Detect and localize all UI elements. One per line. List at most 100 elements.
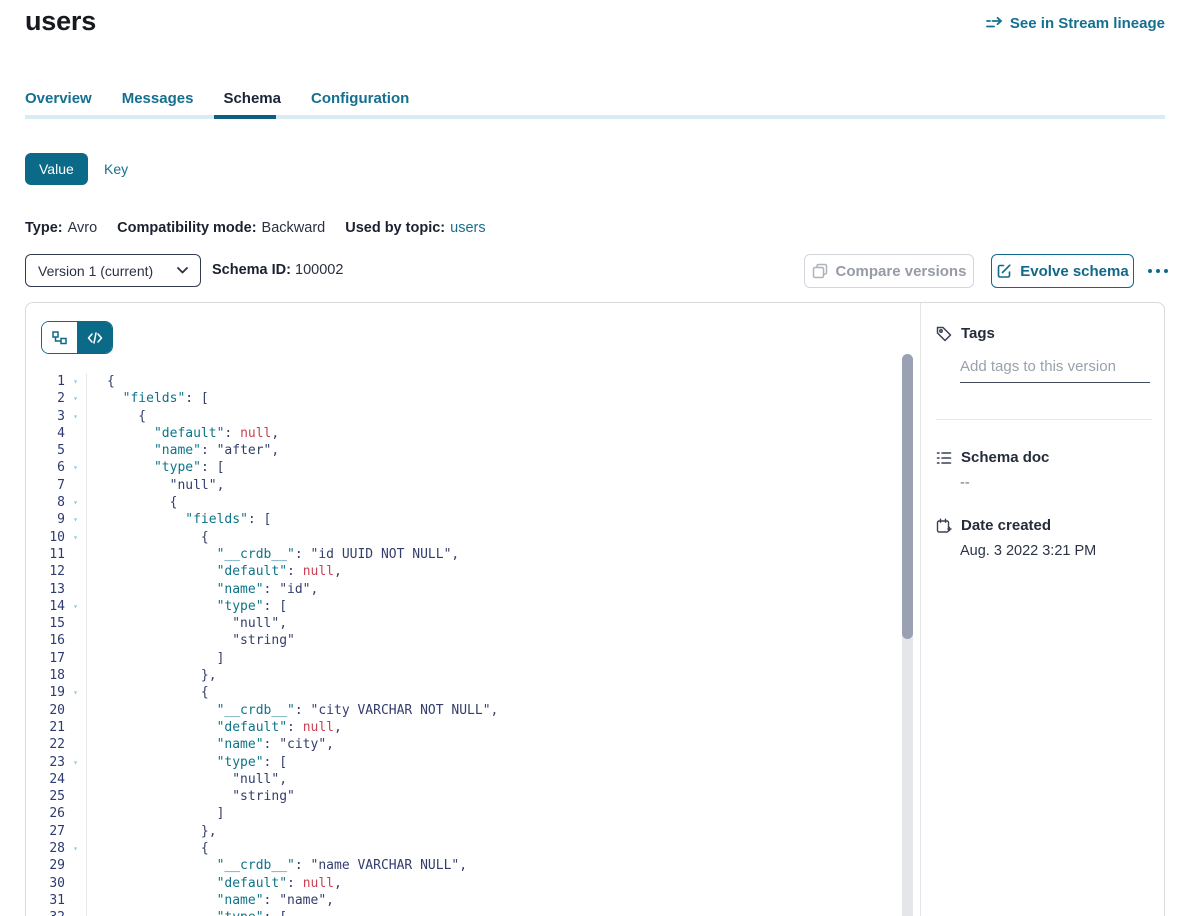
code-text: }, [86, 667, 217, 684]
tags-section: Tags [936, 325, 1152, 383]
tab-configuration[interactable]: Configuration [311, 90, 409, 107]
code-text: ] [86, 650, 224, 667]
fold-spacer [65, 667, 86, 684]
code-line: 15 "null", [26, 615, 498, 632]
tab-messages[interactable]: Messages [122, 90, 194, 107]
fold-toggle-icon[interactable]: ▾ [65, 754, 86, 771]
code-view-toggle[interactable] [77, 322, 112, 353]
meta-type-label: Type: [25, 220, 63, 236]
line-number: 14 [26, 598, 65, 615]
code-text: "__crdb__": "name VARCHAR NULL", [86, 857, 467, 874]
code-line: 9▾ "fields": [ [26, 511, 498, 528]
version-select[interactable]: Version 1 (current) [25, 254, 201, 287]
line-number: 30 [26, 875, 65, 892]
line-number: 20 [26, 702, 65, 719]
line-number: 18 [26, 667, 65, 684]
code-line: 26 ] [26, 805, 498, 822]
edit-icon [996, 263, 1012, 279]
fold-toggle-icon[interactable]: ▾ [65, 598, 86, 615]
code-line: 13 "name": "id", [26, 581, 498, 598]
code-line: 1▾{ [26, 373, 498, 390]
active-tab-indicator [214, 115, 276, 119]
fold-spacer [65, 736, 86, 753]
code-text: "default": null, [86, 425, 279, 442]
stream-lineage-icon [986, 16, 1003, 31]
code-text: "fields": [ [86, 511, 271, 528]
line-number: 11 [26, 546, 65, 563]
code-line: 5 "name": "after", [26, 442, 498, 459]
line-number: 13 [26, 581, 65, 598]
fold-spacer [65, 546, 86, 563]
meta-type-value: Avro [68, 220, 98, 236]
line-number: 10 [26, 529, 65, 546]
code-text: "fields": [ [86, 390, 209, 407]
tags-heading-row: Tags [936, 325, 1152, 342]
code-line: 14▾ "type": [ [26, 598, 498, 615]
value-toggle-button[interactable]: Value [25, 153, 88, 185]
code-line: 28▾ { [26, 840, 498, 857]
code-line: 4 "default": null, [26, 425, 498, 442]
line-number: 19 [26, 684, 65, 701]
chevron-down-icon [177, 267, 188, 274]
lineage-link-label: See in Stream lineage [1010, 15, 1165, 32]
key-toggle-button[interactable]: Key [104, 153, 128, 185]
fold-spacer [65, 563, 86, 580]
fold-spacer [65, 632, 86, 649]
see-in-stream-lineage-link[interactable]: See in Stream lineage [986, 15, 1165, 32]
fold-toggle-icon[interactable]: ▾ [65, 373, 86, 390]
date-created-value: Aug. 3 2022 3:21 PM [960, 543, 1152, 559]
fold-spacer [65, 442, 86, 459]
version-select-value: Version 1 (current) [38, 263, 153, 279]
code-line: 7 "null", [26, 477, 498, 494]
fold-toggle-icon[interactable]: ▾ [65, 840, 86, 857]
line-number: 22 [26, 736, 65, 753]
fold-toggle-icon[interactable]: ▾ [65, 459, 86, 476]
code-line: 3▾ { [26, 408, 498, 425]
code-text: "__crdb__": "city VARCHAR NOT NULL", [86, 702, 498, 719]
meta-used-by-topic: Used by topic: users [345, 220, 485, 236]
tree-view-toggle[interactable] [42, 322, 77, 353]
topic-link[interactable]: users [450, 220, 485, 236]
editor-scrollbar-thumb[interactable] [902, 354, 913, 639]
code-line: 25 "string" [26, 788, 498, 805]
line-number: 1 [26, 373, 65, 390]
line-number: 16 [26, 632, 65, 649]
compare-versions-label: Compare versions [836, 263, 967, 280]
tab-schema[interactable]: Schema [223, 90, 281, 107]
date-created-heading: Date created [961, 517, 1051, 534]
fold-spacer [65, 615, 86, 632]
fold-toggle-icon[interactable]: ▾ [65, 684, 86, 701]
fold-toggle-icon[interactable]: ▾ [65, 511, 86, 528]
code-line: 11 "__crdb__": "id UUID NOT NULL", [26, 546, 498, 563]
code-line: 31 "name": "name", [26, 892, 498, 909]
fold-toggle-icon[interactable]: ▾ [65, 909, 86, 916]
fold-toggle-icon[interactable]: ▾ [65, 529, 86, 546]
line-number: 17 [26, 650, 65, 667]
line-number: 27 [26, 823, 65, 840]
compare-versions-button[interactable]: Compare versions [804, 254, 974, 288]
code-line: 17 ] [26, 650, 498, 667]
line-number: 25 [26, 788, 65, 805]
fold-toggle-icon[interactable]: ▾ [65, 390, 86, 407]
code-line: 19▾ { [26, 684, 498, 701]
code-text: { [86, 408, 146, 425]
evolve-schema-button[interactable]: Evolve schema [991, 254, 1134, 288]
line-number: 21 [26, 719, 65, 736]
fold-toggle-icon[interactable]: ▾ [65, 408, 86, 425]
editor-scrollbar-track[interactable] [902, 354, 913, 916]
code-line: 24 "null", [26, 771, 498, 788]
schema-id-value: 100002 [295, 262, 343, 278]
tags-input[interactable] [960, 358, 1150, 383]
more-actions-button[interactable] [1143, 260, 1173, 282]
fold-spacer [65, 581, 86, 598]
fold-spacer [65, 892, 86, 909]
schema-doc-heading-row: Schema doc [936, 449, 1152, 466]
code-line: 10▾ { [26, 529, 498, 546]
code-line: 2▾ "fields": [ [26, 390, 498, 407]
code-line: 21 "default": null, [26, 719, 498, 736]
line-number: 7 [26, 477, 65, 494]
fold-toggle-icon[interactable]: ▾ [65, 494, 86, 511]
code-text: "string" [86, 788, 295, 805]
tab-overview[interactable]: Overview [25, 90, 92, 107]
code-text: "null", [86, 615, 287, 632]
